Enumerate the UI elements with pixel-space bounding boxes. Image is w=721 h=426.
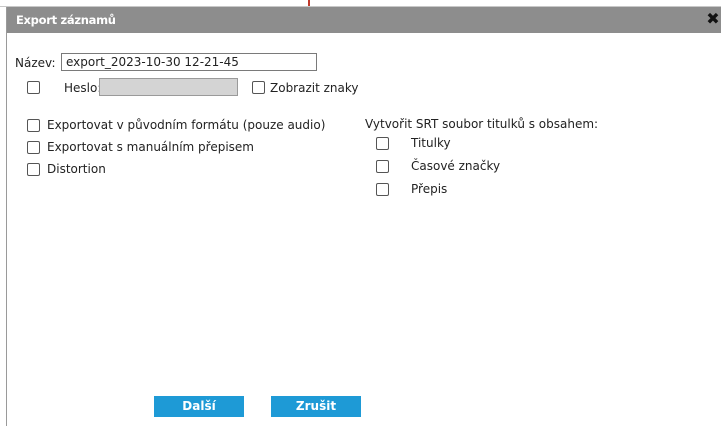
name-label: Název: [15, 56, 56, 70]
export-manual-label: Exportovat s manuálním přepisem [47, 140, 254, 154]
cancel-button[interactable]: Zrušit [271, 396, 361, 417]
show-chars-checkbox[interactable] [252, 81, 265, 94]
srt-transcript-checkbox[interactable] [376, 183, 389, 196]
page-top-marker [308, 0, 310, 6]
password-enable-checkbox[interactable] [27, 81, 40, 94]
export-manual-checkbox[interactable] [27, 141, 40, 154]
distortion-label: Distortion [47, 162, 106, 176]
srt-timestamps-label: Časové značky [411, 159, 501, 173]
name-input[interactable] [61, 53, 317, 71]
dialog-titlebar: Export záznamů ✖ [7, 7, 721, 33]
password-field[interactable] [99, 78, 238, 96]
show-chars-label: Zobrazit znaky [270, 81, 359, 95]
export-dialog: Export záznamů ✖ Název: Heslo: Zobrazit … [6, 7, 721, 426]
srt-transcript-label: Přepis [411, 182, 448, 196]
page-top-edge [0, 0, 721, 7]
srt-timestamps-checkbox[interactable] [376, 160, 389, 173]
close-icon[interactable]: ✖ [705, 10, 721, 28]
export-original-checkbox[interactable] [27, 119, 40, 132]
dialog-title: Export záznamů [16, 13, 116, 27]
srt-subtitles-label: Titulky [411, 136, 451, 150]
password-label: Heslo: [64, 81, 102, 95]
srt-heading: Vytvořit SRT soubor titulků s obsahem: [365, 117, 599, 131]
next-button[interactable]: Další [154, 396, 244, 417]
srt-subtitles-checkbox[interactable] [376, 137, 389, 150]
distortion-checkbox[interactable] [27, 163, 40, 176]
export-original-label: Exportovat v původním formátu (pouze aud… [47, 118, 326, 132]
